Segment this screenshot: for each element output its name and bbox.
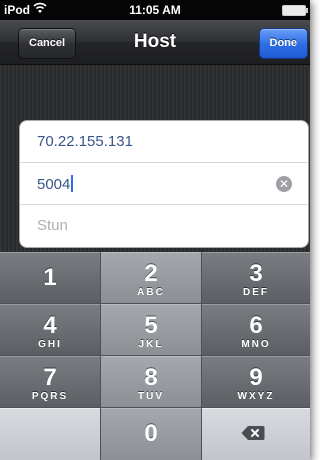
backspace-icon [241, 425, 265, 441]
content-area: 70.22.155.131 5004 ✕ Stun [0, 65, 310, 252]
key-digit: 9 [249, 364, 263, 391]
key-letters: PQRS [31, 391, 69, 402]
text-caret [71, 175, 74, 192]
key-2[interactable]: 2 ABC [101, 252, 202, 304]
port-field[interactable]: 5004 [37, 175, 74, 193]
key-digit: 0 [144, 420, 158, 447]
battery-icon [282, 5, 308, 16]
status-bar: iPod 11:05 AM [0, 0, 310, 20]
key-4[interactable]: 4 GHI [0, 304, 101, 356]
key-8[interactable]: 8 TUV [101, 356, 202, 408]
key-letters: JKL [138, 339, 164, 350]
key-letters: WXYZ [237, 391, 275, 402]
device-screen: iPod 11:05 AM Cancel Host Done 70.22.155… [0, 0, 310, 460]
key-letters: TUV [138, 391, 164, 402]
numeric-keypad: 1 2 ABC 3 DEF 4 GHI 5 JKL 6 MNO 7 PQRS 8 [0, 252, 310, 460]
key-digit: 7 [43, 364, 57, 391]
key-3[interactable]: 3 DEF [202, 252, 310, 304]
host-form: 70.22.155.131 5004 ✕ Stun [19, 120, 309, 248]
key-digit: 4 [43, 312, 57, 339]
key-letters: GHI [38, 339, 62, 350]
key-digit: 5 [144, 312, 158, 339]
delete-key[interactable] [202, 408, 310, 460]
key-9[interactable]: 9 WXYZ [202, 356, 310, 408]
key-1[interactable]: 1 [0, 252, 101, 304]
key-digit: 6 [249, 312, 263, 339]
host-address-row[interactable]: 70.22.155.131 [20, 121, 308, 163]
key-letters: ABC [137, 287, 165, 298]
stun-field[interactable]: Stun [37, 217, 68, 234]
key-letters: MNO [241, 339, 271, 350]
key-digit: 1 [43, 264, 57, 291]
key-letters: DEF [243, 287, 269, 298]
host-address-field[interactable]: 70.22.155.131 [37, 133, 133, 150]
key-5[interactable]: 5 JKL [101, 304, 202, 356]
clear-icon[interactable]: ✕ [276, 176, 292, 192]
navigation-bar: Cancel Host Done [0, 20, 310, 65]
stun-row[interactable]: Stun [20, 205, 308, 246]
key-digit: 3 [249, 260, 263, 287]
key-digit: 2 [144, 260, 158, 287]
key-6[interactable]: 6 MNO [202, 304, 310, 356]
port-row[interactable]: 5004 ✕ [20, 163, 308, 205]
key-blank [0, 408, 101, 460]
done-button[interactable]: Done [258, 28, 308, 59]
key-0[interactable]: 0 [101, 408, 202, 460]
key-digit: 8 [144, 364, 158, 391]
port-value: 5004 [37, 176, 71, 193]
clock: 11:05 AM [129, 3, 181, 17]
key-7[interactable]: 7 PQRS [0, 356, 101, 408]
